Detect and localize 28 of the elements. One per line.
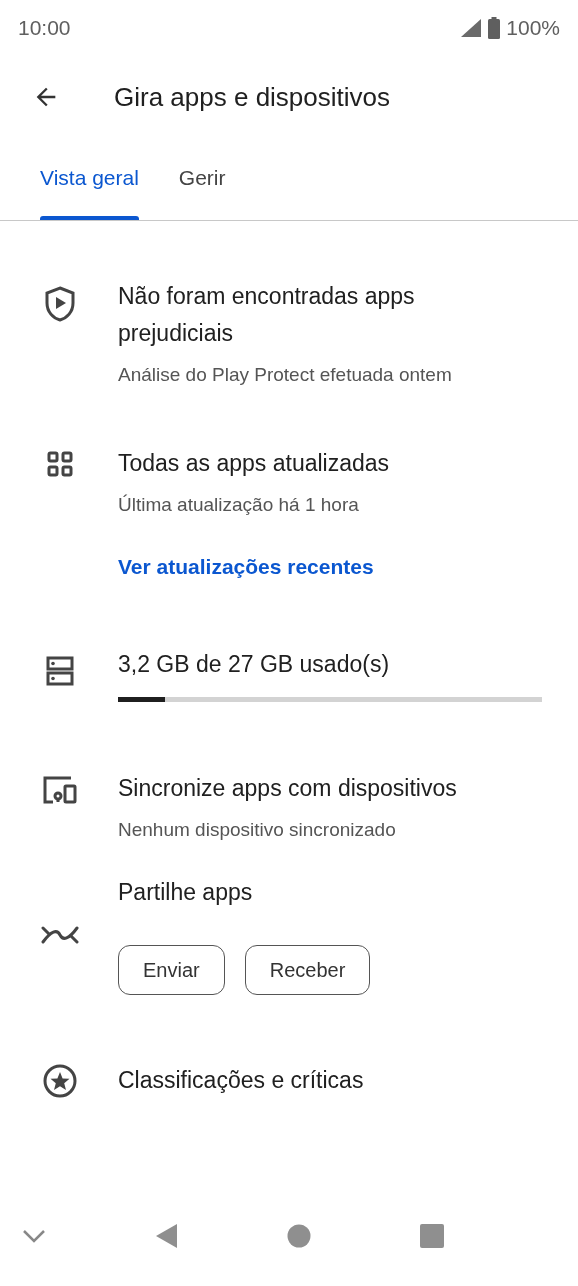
section-title: Sincronize apps com dispositivos bbox=[118, 774, 457, 803]
section-title: Todas as apps atualizadas bbox=[118, 449, 390, 478]
section-subtitle: Análise do Play Protect efetuada ontem bbox=[118, 363, 452, 387]
tab[interactable]: Gerir bbox=[158, 139, 246, 220]
chevron-down-icon[interactable] bbox=[22, 1229, 46, 1243]
battery-icon bbox=[488, 16, 501, 39]
section-subtitle: Nenhum dispositivo sincronizado bbox=[118, 818, 396, 842]
tab[interactable]: Vista geral bbox=[20, 139, 159, 220]
section-title: Não foram encontradas apps prejudiciais bbox=[118, 282, 416, 348]
share-icon bbox=[41, 924, 79, 945]
storage-icon bbox=[46, 656, 74, 686]
devices-icon bbox=[43, 776, 77, 804]
battery-level: 100% bbox=[506, 15, 560, 40]
grid-icon bbox=[47, 451, 73, 477]
outline-button[interactable]: Enviar bbox=[118, 945, 225, 995]
recents-nav-icon[interactable] bbox=[419, 1224, 444, 1248]
page-title: Gira apps e dispositivos bbox=[114, 81, 391, 113]
home-nav-icon[interactable] bbox=[287, 1224, 312, 1248]
signal-icon bbox=[460, 17, 483, 38]
section-title: 3,2 GB de 27 GB usado(s) bbox=[118, 650, 390, 679]
shield-icon bbox=[45, 286, 75, 322]
back-nav-icon[interactable] bbox=[154, 1223, 179, 1249]
section-subtitle: Última atualização há 1 hora bbox=[118, 493, 359, 517]
section-title: Partilhe apps bbox=[118, 878, 253, 907]
recent-updates-link[interactable]: Ver atualizações recentes bbox=[118, 553, 374, 581]
status-time: 10:00 bbox=[18, 15, 71, 40]
outline-button[interactable]: Receber bbox=[244, 945, 371, 995]
section-title: Classificações e críticas bbox=[118, 1066, 364, 1095]
